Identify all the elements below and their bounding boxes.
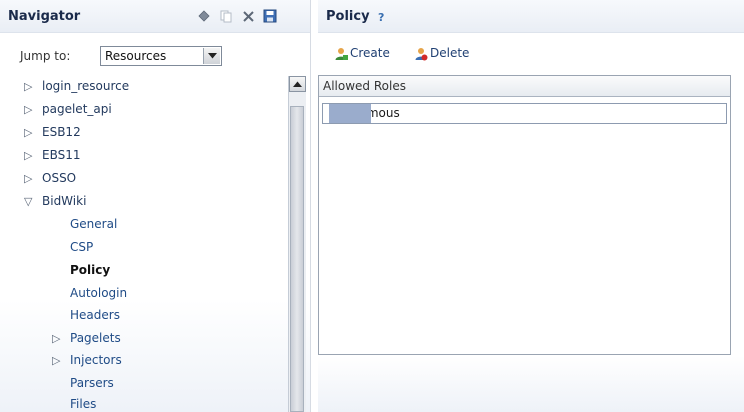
tree-item-label: EBS11	[42, 148, 81, 162]
tree-item-label: BidWiki	[42, 194, 87, 208]
jump-to-label: Jump to:	[20, 49, 71, 63]
copy-icon[interactable]	[218, 8, 234, 24]
tree-item-injectors[interactable]: ▷ Injectors	[52, 350, 122, 370]
tree-item-ebs11[interactable]: ▷ EBS11	[24, 145, 81, 165]
tree-item-files[interactable]: Files	[70, 394, 96, 412]
help-icon[interactable]: ?	[378, 11, 384, 24]
expand-icon[interactable]: ▷	[24, 77, 42, 97]
tree-item-label: OSSO	[42, 171, 77, 185]
create-button[interactable]: Create	[334, 44, 390, 64]
tree-item-label: Headers	[70, 308, 120, 322]
navigator-header: Navigator	[0, 0, 310, 33]
delete-label: Delete	[430, 46, 470, 60]
save-icon[interactable]	[262, 8, 278, 24]
policy-header: Policy ?	[318, 0, 744, 33]
expand-icon[interactable]: ▷	[24, 123, 42, 143]
delete-role-icon	[415, 47, 428, 60]
expand-icon[interactable]: ▷	[24, 100, 42, 120]
tree-item-pagelets[interactable]: ▷ Pagelets	[52, 328, 121, 348]
allowed-roles-header: Allowed Roles	[319, 76, 730, 97]
tree-item-bidwiki[interactable]: ▽ BidWiki	[24, 191, 86, 211]
tree-item-pagelet-api[interactable]: ▷ pagelet_api	[24, 99, 112, 119]
scissors-icon[interactable]	[240, 8, 256, 24]
tree-item-label: Injectors	[70, 353, 122, 367]
collapse-icon[interactable]: ▽	[24, 192, 42, 212]
background-band	[318, 356, 744, 412]
expand-icon[interactable]: ▷	[24, 169, 42, 189]
delete-button[interactable]: Delete	[414, 44, 469, 64]
tree-item-general[interactable]: General	[70, 214, 117, 234]
tree-item-label: Parsers	[70, 376, 114, 390]
allowed-roles-table: Allowed Roles Anonymous	[318, 75, 731, 355]
tree-item-parsers[interactable]: Parsers	[70, 373, 114, 393]
scroll-thumb[interactable]	[290, 106, 304, 412]
expand-icon[interactable]: ▷	[52, 329, 70, 349]
jump-to-select[interactable]: Resources	[100, 46, 222, 66]
row-selection-tail	[329, 104, 371, 123]
dropdown-arrow-icon[interactable]	[203, 48, 220, 64]
expand-icon[interactable]: ▷	[52, 351, 70, 371]
navigator-panel: Navigator Jump to: Resources ▷ login_res…	[0, 0, 311, 412]
tree-item-csp[interactable]: CSP	[70, 237, 93, 257]
diamond-icon[interactable]	[196, 8, 212, 24]
column-header-allowed-roles: Allowed Roles	[323, 79, 406, 93]
tree-item-esb12[interactable]: ▷ ESB12	[24, 122, 81, 142]
tree-scrollbar[interactable]	[288, 76, 306, 412]
scroll-up-arrow-icon[interactable]	[289, 76, 306, 92]
tree-item-label: pagelet_api	[42, 102, 112, 116]
table-row[interactable]: Anonymous	[322, 103, 727, 124]
tree-item-osso[interactable]: ▷ OSSO	[24, 168, 76, 188]
tree-item-label: login_resource	[42, 79, 130, 93]
tree-item-label: Files	[70, 397, 97, 411]
tree-item-label: CSP	[70, 240, 94, 254]
tree-item-policy[interactable]: Policy	[70, 260, 110, 280]
tree-item-label: General	[70, 217, 118, 231]
create-role-icon	[335, 47, 348, 60]
expand-icon[interactable]: ▷	[24, 146, 42, 166]
tree-item-label: Autologin	[70, 286, 128, 300]
jump-to-value: Resources	[105, 49, 167, 63]
tree-item-label: Pagelets	[70, 331, 121, 345]
tree-item-label: Policy	[70, 263, 111, 277]
navigator-title: Navigator	[8, 9, 81, 24]
tree-item-label: ESB12	[42, 125, 81, 139]
tree-item-autologin[interactable]: Autologin	[70, 283, 127, 303]
policy-title: Policy	[326, 9, 370, 24]
tree-item-headers[interactable]: Headers	[70, 305, 120, 325]
create-label: Create	[350, 46, 390, 60]
tree-item-login-resource[interactable]: ▷ login_resource	[24, 76, 129, 96]
